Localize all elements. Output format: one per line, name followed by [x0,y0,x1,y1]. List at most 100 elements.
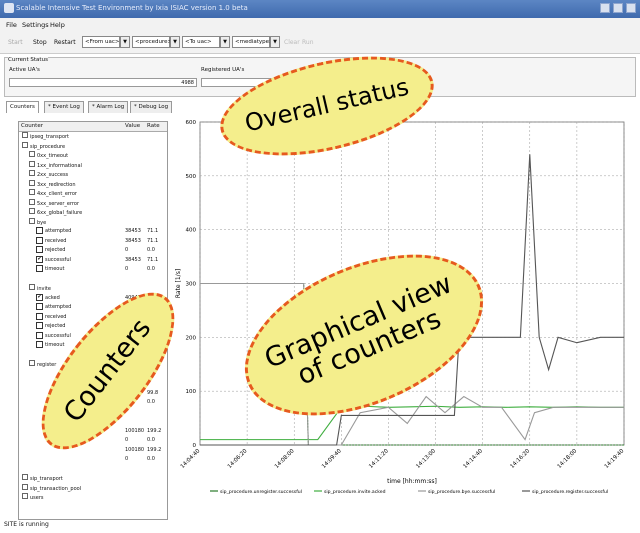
counters-header: Counter Value Rate [19,122,167,132]
counter-value: 0 [125,247,129,253]
tab-debug-log[interactable]: * Debug Log [130,101,173,113]
x-tick-label: 14:19:40 [604,448,626,470]
expand-icon[interactable] [29,360,35,366]
counter-row[interactable]: 1xx_informational [29,160,82,169]
chevron-down-icon[interactable]: ▼ [220,36,230,48]
expand-icon[interactable] [29,151,35,157]
counter-checkbox[interactable]: ✔ [36,255,43,263]
from-uac-select[interactable]: <From uac> ▼ [82,36,130,48]
counter-rate: 99.8 [147,389,159,396]
chevron-down-icon[interactable]: ▼ [120,36,130,48]
expand-icon[interactable] [22,141,28,148]
expand-icon[interactable] [22,132,28,138]
expand-icon[interactable] [29,179,35,186]
app-window: Scalable Intensive Test Environment by I… [0,0,640,533]
counter-label: 3xx_redirection [37,181,76,188]
counter-checkbox[interactable] [36,322,43,329]
counter-rate: 199.2 [147,446,162,453]
counter-row[interactable]: ✔acked4094770.7 [36,293,158,302]
counter-row[interactable]: 5xx_server_error [29,198,79,207]
counter-row[interactable]: received 38453 71.1 [36,236,158,245]
counter-row[interactable]: invite [29,284,51,292]
counter-label: 0xx_timeout [37,153,69,159]
maximize-icon[interactable] [613,3,623,13]
counter-rate: 71.1 [147,228,159,234]
counter-checkbox[interactable]: ✔ [36,293,43,301]
chevron-down-icon[interactable]: ▼ [270,36,280,48]
counter-row[interactable]: sip_transaction_pool [22,483,81,492]
counter-value: 0 [125,437,129,443]
counter-label: ipseg_transport [30,134,70,140]
expand-icon[interactable] [29,284,35,290]
expand-icon[interactable] [29,208,35,214]
tab-event-log[interactable]: * Event Log [44,101,84,113]
expand-icon[interactable] [22,493,28,499]
y-tick-label: 500 [186,174,197,180]
chevron-down-icon[interactable]: ▼ [170,36,180,48]
menu-file[interactable]: File [6,21,17,29]
legend-entry: sip_procedure.bye.successful [428,489,495,495]
expand-icon[interactable] [29,170,35,176]
counter-row[interactable]: rejected 0 0.0 [36,246,155,254]
expand-icon[interactable] [22,474,28,480]
counter-rate: 0.0 [147,247,155,253]
expand-icon[interactable] [29,217,35,224]
counter-row[interactable]: attempted 38453 71.1 [36,227,158,235]
menu-settings[interactable]: Settings [22,21,49,29]
counter-checkbox[interactable] [36,312,43,320]
menu-help[interactable]: Help [50,21,65,29]
tab-alarm-log[interactable]: * Alarm Log [88,101,129,113]
counter-row[interactable]: attempted43930 [36,303,141,311]
counter-row[interactable]: received [36,312,66,321]
expand-icon[interactable] [29,160,35,167]
counter-checkbox[interactable] [36,341,43,348]
counter-checkbox[interactable] [36,331,43,339]
counter-row[interactable]: 2xx_success [29,170,68,178]
counter-row[interactable]: successful [36,331,71,340]
restart-button[interactable]: Restart [54,39,76,46]
counter-row[interactable]: timeout [36,341,65,349]
expand-icon[interactable] [22,483,28,490]
counter-row[interactable]: bye [29,217,46,226]
counter-label: register [37,362,57,368]
counter-checkbox[interactable] [36,236,43,244]
expand-icon[interactable] [29,189,35,195]
x-tick-label: 14:13:00 [415,448,437,470]
window-title: Scalable Intensive Test Environment by I… [16,4,248,12]
clear-button[interactable]: Clear [284,39,300,46]
run-button[interactable]: Run [302,39,314,46]
counter-row[interactable]: rejected [36,322,65,330]
counter-value: 38453 [125,256,141,263]
counter-row[interactable]: ✔ successful 38453 71.1 [36,255,158,264]
counter-row[interactable]: sip_procedure [22,141,65,150]
counter-checkbox[interactable] [36,265,43,272]
minimize-icon[interactable] [600,3,610,13]
counter-row[interactable]: ipseg_transport [22,132,69,140]
procedure-select[interactable]: <procedure> ▼ [132,36,180,48]
counter-checkbox[interactable] [36,303,43,310]
counter-row[interactable]: sip_transport [22,474,63,482]
to-uac-select[interactable]: <To uac> ▼ [182,36,230,48]
counter-row[interactable]: 4xx_client_error [29,189,77,197]
to-uac-value: <To uac> [185,39,212,45]
counter-rate: 0.0 [147,399,155,405]
menu-bar: File Settings Help [0,18,640,31]
counter-checkbox[interactable] [36,246,43,253]
column-counter: Counter [21,123,43,129]
stop-button[interactable]: Stop [33,39,47,46]
from-uac-value: <From uac> [85,39,120,45]
close-icon[interactable] [626,3,636,13]
counter-row[interactable]: users [22,493,44,501]
expand-icon[interactable] [29,198,35,205]
tab-counters[interactable]: Counters [6,101,39,113]
x-tick-label: 14:04:40 [180,448,202,470]
counter-row[interactable]: 0xx_timeout [29,151,68,159]
start-button[interactable]: Start [8,39,23,46]
counter-row[interactable]: 3xx_redirection [29,179,76,188]
mediatype-select[interactable]: <mediatype> ▼ [232,36,280,48]
counter-row[interactable]: 6xx_global_failure [29,208,82,216]
counter-label: 4xx_client_error [37,191,77,197]
counter-row[interactable]: timeout 0 0.0 [36,265,155,273]
counter-row[interactable]: register [29,360,56,368]
counter-checkbox[interactable] [36,227,43,234]
